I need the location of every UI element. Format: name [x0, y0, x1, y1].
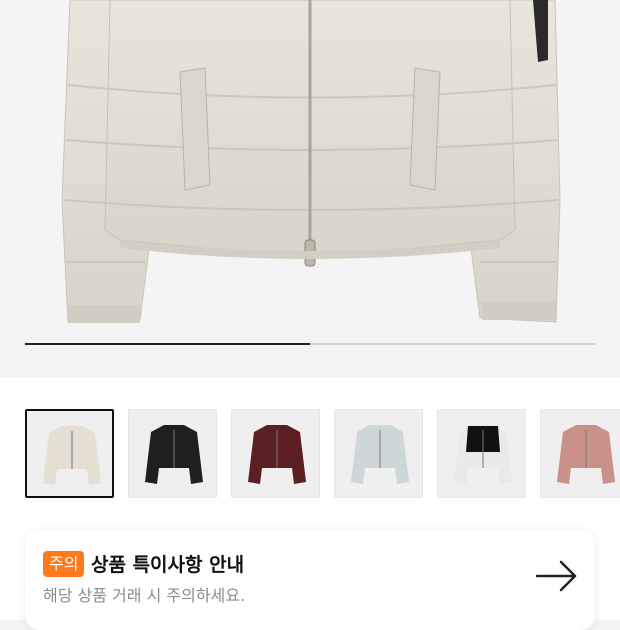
gallery-progress-fill — [25, 343, 310, 345]
gallery-progress-track — [25, 343, 595, 345]
notice-title: 상품 특이사항 안내 — [91, 554, 245, 576]
thumbnail-2[interactable] — [128, 409, 217, 498]
product-notice-card[interactable]: 주의 상품 특이사항 안내 해당 상품 거래 시 주의하세요. — [25, 530, 595, 630]
thumbnail-4[interactable] — [334, 409, 423, 498]
product-image[interactable] — [0, 0, 620, 378]
jacket-thumbnail-icon — [351, 425, 409, 484]
thumbnail-strip[interactable] — [25, 409, 620, 499]
thumbnail-6[interactable] — [540, 409, 620, 498]
thumbnail-3[interactable] — [231, 409, 320, 498]
jacket-thumbnail-icon — [557, 425, 615, 484]
jacket-thumbnail-icon — [145, 425, 203, 484]
arrow-right-icon[interactable] — [535, 558, 579, 594]
jacket-thumbnail-icon — [248, 425, 306, 484]
thumbnail-5[interactable] — [437, 409, 526, 498]
notice-subtitle: 해당 상품 거래 시 주의하세요. — [43, 586, 246, 605]
thumbnail-1[interactable] — [25, 409, 114, 498]
puffer-jacket-image — [61, 0, 561, 323]
jacket-thumbnail-icon — [43, 426, 101, 485]
jacket-thumbnail-icon — [454, 425, 512, 484]
caution-badge: 주의 — [43, 551, 85, 577]
